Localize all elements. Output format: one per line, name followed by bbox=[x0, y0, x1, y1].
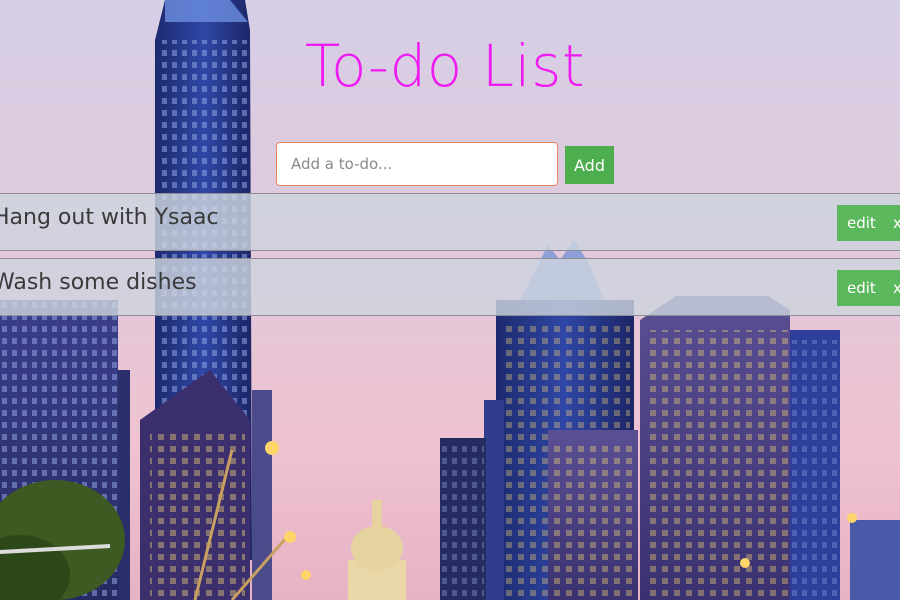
todo-text: Hang out with Ysaac bbox=[0, 205, 219, 230]
edit-button[interactable]: edit bbox=[837, 205, 885, 241]
todo-item: Wash some dishes edit x bbox=[0, 258, 900, 316]
delete-button[interactable]: x bbox=[885, 270, 900, 306]
add-button[interactable]: Add bbox=[565, 146, 614, 184]
todo-text: Wash some dishes bbox=[0, 270, 197, 295]
delete-button[interactable]: x bbox=[885, 205, 900, 241]
todo-input[interactable] bbox=[276, 142, 558, 186]
todo-item: Hang out with Ysaac edit x bbox=[0, 193, 900, 251]
edit-button[interactable]: edit bbox=[837, 270, 885, 306]
page-title: To-do List bbox=[304, 32, 586, 100]
